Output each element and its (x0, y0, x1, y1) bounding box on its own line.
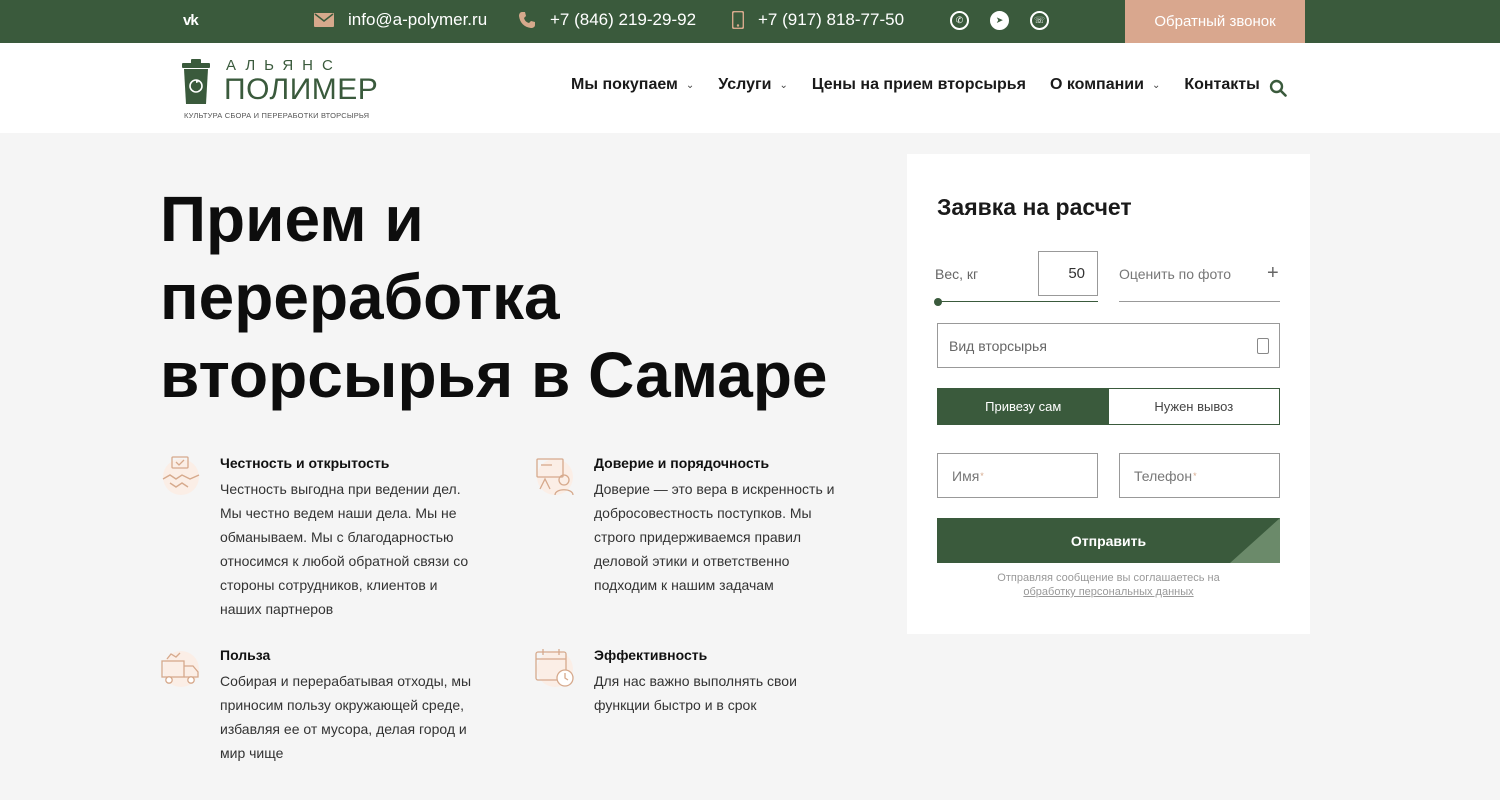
nav-item-services[interactable]: Услуги ⌄ (718, 76, 788, 94)
truck-icon (161, 651, 199, 687)
name-field[interactable]: Имя * (937, 453, 1098, 498)
submit-button[interactable]: Отправить (937, 518, 1280, 563)
logo-top-word: АЛЬЯНС (226, 57, 342, 74)
phone-field[interactable]: Телефон * (1119, 453, 1280, 498)
phone-link-2[interactable]: +7 (917) 818-77-50 (758, 10, 904, 30)
weight-input[interactable]: 50 (1038, 251, 1098, 296)
photo-estimate-underline (1119, 301, 1280, 302)
chevron-down-icon: ⌄ (1151, 79, 1161, 91)
feature-text: Доверие — это вера в искренность и добро… (594, 481, 835, 593)
nav-item-label: Цены на прием вторсырья (811, 76, 1026, 93)
feature-text: Собирая и перерабатывая отходы, мы прино… (220, 673, 472, 761)
phone-icon (518, 11, 536, 29)
nav-item-label: Услуги (718, 76, 772, 93)
consent-text: Отправляя сообщение вы соглашаетесь на (997, 572, 1220, 584)
select-icon (1257, 338, 1269, 354)
nav-item-buy[interactable]: Мы покупаем ⌄ (571, 76, 694, 94)
phone-contact-1[interactable]: +7 (846) 219-29-92 (518, 10, 696, 30)
nav-item-label: Мы покупаем (571, 76, 678, 93)
recycle-bin-icon (182, 59, 210, 104)
feature-title: Честность и открытость (220, 455, 390, 471)
vk-icon[interactable]: vk (183, 12, 199, 29)
consent-note: Отправляя сообщение вы соглашаетесь на о… (937, 571, 1280, 599)
handshake-icon (162, 456, 200, 495)
feature-title: Польза (220, 647, 271, 663)
material-select[interactable]: Вид вторсырья (937, 323, 1280, 368)
hero-title-line: вторсырья в Самаре (160, 339, 828, 411)
nav-item-about[interactable]: О компании ⌄ (1050, 76, 1160, 94)
delivery-toggle: Привезу сам Нужен вывоз (937, 388, 1280, 425)
logo-main-word: ПОЛИМЕР (224, 73, 379, 106)
logo-tagline: КУЛЬТУРА СБОРА И ПЕРЕРАБОТКИ ВТОРСЫРЬЯ (184, 111, 370, 120)
phone-contact-2[interactable]: +7 (917) 818-77-50 (732, 10, 904, 30)
chevron-down-icon: ⌄ (685, 79, 695, 91)
whatsapp-icon[interactable]: ✆ (950, 11, 969, 30)
button-corner-decoration (1230, 518, 1280, 563)
chevron-down-icon: ⌄ (779, 79, 788, 91)
feature-title: Эффективность (594, 647, 708, 663)
nav-item-contacts[interactable]: Контакты (1184, 76, 1259, 94)
feature-text: Для нас важно выполнять свои функции быс… (594, 673, 797, 713)
toggle-self-delivery[interactable]: Привезу сам (938, 389, 1109, 424)
hero-title: Прием и переработка вторсырья в Самаре (160, 180, 880, 414)
callback-button[interactable]: Обратный звонок (1125, 0, 1305, 43)
toggle-pickup[interactable]: Нужен вывоз (1109, 389, 1280, 424)
plus-icon[interactable]: + (1267, 262, 1279, 285)
privacy-policy-link[interactable]: обработку персональных данных (1023, 586, 1193, 598)
name-placeholder: Имя (952, 467, 980, 484)
email-link[interactable]: info@a-polymer.ru (348, 10, 487, 30)
viber-icon[interactable]: ☏ (1030, 11, 1049, 30)
top-bar: vk info@a-polymer.ru +7 (846) 219-29-92 … (0, 0, 1500, 43)
calendar-clock-icon (535, 649, 574, 687)
required-mark: * (1193, 470, 1197, 481)
material-select-placeholder: Вид вторсырья (949, 337, 1047, 354)
trust-icon (536, 458, 574, 496)
weight-slider-track[interactable] (937, 301, 1098, 302)
weight-slider-handle[interactable] (934, 298, 942, 306)
main-nav: Мы покупаем ⌄ Услуги ⌄ Цены на прием вто… (571, 76, 1260, 94)
telegram-icon[interactable]: ➤ (990, 11, 1009, 30)
envelope-icon (314, 13, 334, 27)
hero-title-line: переработка (160, 261, 560, 333)
email-contact[interactable]: info@a-polymer.ru (314, 10, 487, 30)
required-mark: * (980, 470, 984, 481)
weight-label: Вес, кг (935, 266, 979, 282)
photo-estimate-label[interactable]: Оценить по фото (1119, 266, 1231, 282)
request-form: Заявка на расчет Вес, кг 50 Оценить по ф… (907, 154, 1310, 634)
phone-link-1[interactable]: +7 (846) 219-29-92 (550, 10, 696, 30)
header: АЛЬЯНС ПОЛИМЕР КУЛЬТУРА СБОРА И ПЕРЕРАБО… (0, 43, 1500, 133)
logo[interactable]: АЛЬЯНС ПОЛИМЕР КУЛЬТУРА СБОРА И ПЕРЕРАБО… (180, 57, 380, 123)
mobile-icon (732, 11, 744, 29)
nav-item-label: Контакты (1184, 76, 1260, 93)
feature-title: Доверие и порядочность (594, 455, 770, 471)
phone-placeholder: Телефон (1134, 467, 1193, 484)
feature-text: Честность выгодна при ведении дел. Мы че… (220, 481, 469, 617)
submit-label: Отправить (1070, 532, 1147, 549)
hero-title-line: Прием и (160, 183, 424, 255)
form-title: Заявка на расчет (937, 194, 1132, 220)
nav-item-label: О компании (1049, 76, 1144, 93)
search-icon[interactable] (1269, 79, 1287, 97)
nav-item-prices[interactable]: Цены на прием вторсырья (812, 76, 1026, 94)
